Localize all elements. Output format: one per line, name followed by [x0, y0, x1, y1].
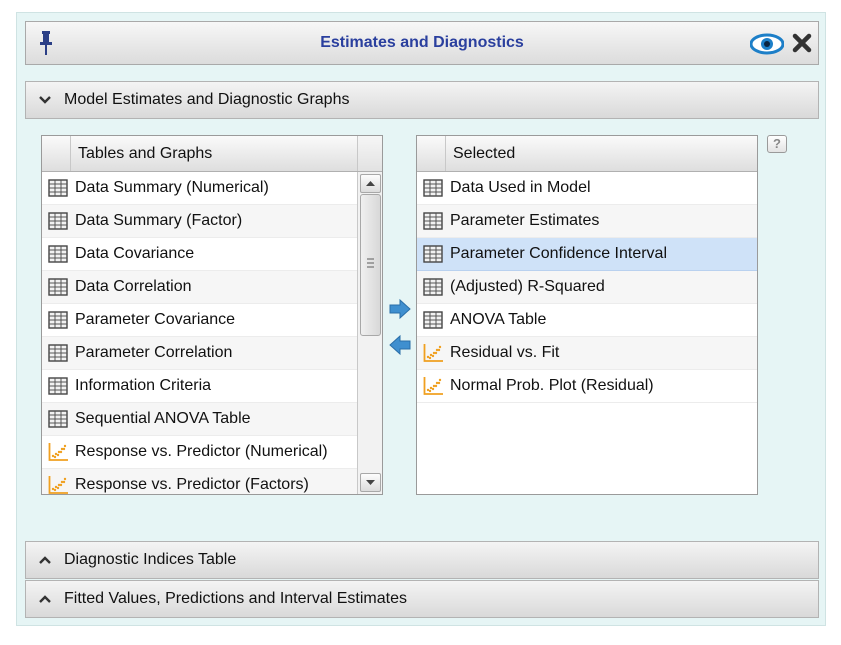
list-item[interactable]: Parameter Estimates — [417, 205, 757, 238]
section-model-estimates[interactable]: Model Estimates and Diagnostic Graphs — [25, 81, 819, 119]
list-item[interactable]: Parameter Confidence Interval — [417, 238, 757, 271]
chevron-up-icon — [39, 595, 51, 603]
table-icon — [423, 212, 443, 230]
list-item-label: (Adjusted) R-Squared — [450, 278, 605, 295]
table-icon — [423, 179, 443, 197]
selected-list-title: Selected — [453, 145, 516, 162]
section-model-estimates-body: Tables and Graphs Data Summary (Numerica… — [25, 119, 819, 541]
list-item[interactable]: Residual vs. Fit — [417, 337, 757, 370]
dialog-title: Estimates and Diagnostics — [320, 34, 524, 51]
scatter-plot-icon — [48, 443, 68, 461]
table-icon — [48, 179, 68, 197]
list-item-label: Normal Prob. Plot (Residual) — [450, 377, 654, 394]
scrollbar[interactable] — [357, 172, 382, 494]
selected-list-rows: Data Used in Model Parameter Estimates Par… — [417, 172, 757, 403]
table-icon — [423, 278, 443, 296]
close-icon[interactable] — [792, 33, 812, 53]
scatter-plot-icon — [48, 476, 68, 494]
scroll-thumb[interactable] — [360, 194, 381, 336]
list-item-label: Data Covariance — [75, 245, 195, 262]
arrow-left-icon[interactable] — [388, 333, 412, 357]
list-item-label: Information Criteria — [75, 377, 212, 394]
list-item-label: Data Summary (Factor) — [75, 212, 243, 229]
available-list: Tables and Graphs Data Summary (Numerica… — [41, 135, 383, 495]
available-list-rows: Data Summary (Numerical) Data Summary (Fa… — [42, 172, 357, 494]
table-icon — [48, 212, 68, 230]
list-item[interactable]: Response vs. Predictor (Factors) — [42, 469, 357, 494]
list-item-label: Data Correlation — [75, 278, 192, 295]
list-item[interactable]: Parameter Correlation — [42, 337, 357, 370]
list-item[interactable]: Data Used in Model — [417, 172, 757, 205]
scatter-plot-icon — [423, 377, 443, 395]
section-label: Fitted Values, Predictions and Interval … — [64, 590, 407, 607]
list-item-label: Parameter Correlation — [75, 344, 233, 361]
available-list-title: Tables and Graphs — [78, 145, 213, 162]
help-button[interactable]: ? — [767, 135, 787, 153]
list-item[interactable]: Normal Prob. Plot (Residual) — [417, 370, 757, 403]
section-label: Diagnostic Indices Table — [64, 551, 237, 568]
triangle-up-icon — [366, 181, 375, 186]
selected-list: Selected Data Used in Model Parameter Est… — [416, 135, 758, 495]
table-icon — [48, 377, 68, 395]
list-item-label: Sequential ANOVA Table — [75, 410, 251, 427]
table-icon — [48, 245, 68, 263]
table-icon — [48, 311, 68, 329]
available-list-header: Tables and Graphs — [42, 136, 382, 172]
list-item[interactable]: Data Summary (Numerical) — [42, 172, 357, 205]
chevron-up-icon — [39, 556, 51, 564]
section-fitted-values[interactable]: Fitted Values, Predictions and Interval … — [25, 580, 819, 618]
list-item-label: Parameter Confidence Interval — [450, 245, 667, 262]
table-icon — [48, 344, 68, 362]
section-diagnostic-indices[interactable]: Diagnostic Indices Table — [25, 541, 819, 579]
table-icon — [423, 311, 443, 329]
list-item-label: Residual vs. Fit — [450, 344, 560, 361]
triangle-down-icon — [366, 480, 375, 485]
list-item-label: Response vs. Predictor (Numerical) — [75, 443, 328, 460]
selected-list-header: Selected — [417, 136, 757, 172]
table-icon — [48, 278, 68, 296]
list-item[interactable]: Parameter Covariance — [42, 304, 357, 337]
scatter-plot-icon — [423, 344, 443, 362]
list-item[interactable]: Information Criteria — [42, 370, 357, 403]
table-icon — [48, 410, 68, 428]
list-item-label: Parameter Covariance — [75, 311, 236, 328]
section-label: Model Estimates and Diagnostic Graphs — [64, 91, 350, 108]
list-item[interactable]: Sequential ANOVA Table — [42, 403, 357, 436]
list-item-label: Data Summary (Numerical) — [75, 179, 269, 196]
table-icon — [423, 245, 443, 263]
scroll-up-button[interactable] — [360, 174, 381, 193]
list-item[interactable]: ANOVA Table — [417, 304, 757, 337]
estimates-diagnostics-panel: Estimates and Diagnostics Model Estimate… — [16, 12, 826, 626]
title-bar: Estimates and Diagnostics — [25, 21, 819, 65]
list-item[interactable]: Response vs. Predictor (Numerical) — [42, 436, 357, 469]
list-item[interactable]: Data Summary (Factor) — [42, 205, 357, 238]
list-item-label: ANOVA Table — [450, 311, 547, 328]
grip-icon — [367, 258, 374, 268]
scroll-down-button[interactable] — [360, 473, 381, 492]
list-item[interactable]: Data Covariance — [42, 238, 357, 271]
list-item[interactable]: (Adjusted) R-Squared — [417, 271, 757, 304]
list-item[interactable]: Data Correlation — [42, 271, 357, 304]
chevron-down-icon — [39, 96, 51, 104]
list-item-label: Data Used in Model — [450, 179, 591, 196]
arrow-right-icon[interactable] — [388, 297, 412, 321]
list-item-label: Response vs. Predictor (Factors) — [75, 476, 309, 493]
eye-icon[interactable] — [750, 33, 784, 55]
list-item-label: Parameter Estimates — [450, 212, 600, 229]
